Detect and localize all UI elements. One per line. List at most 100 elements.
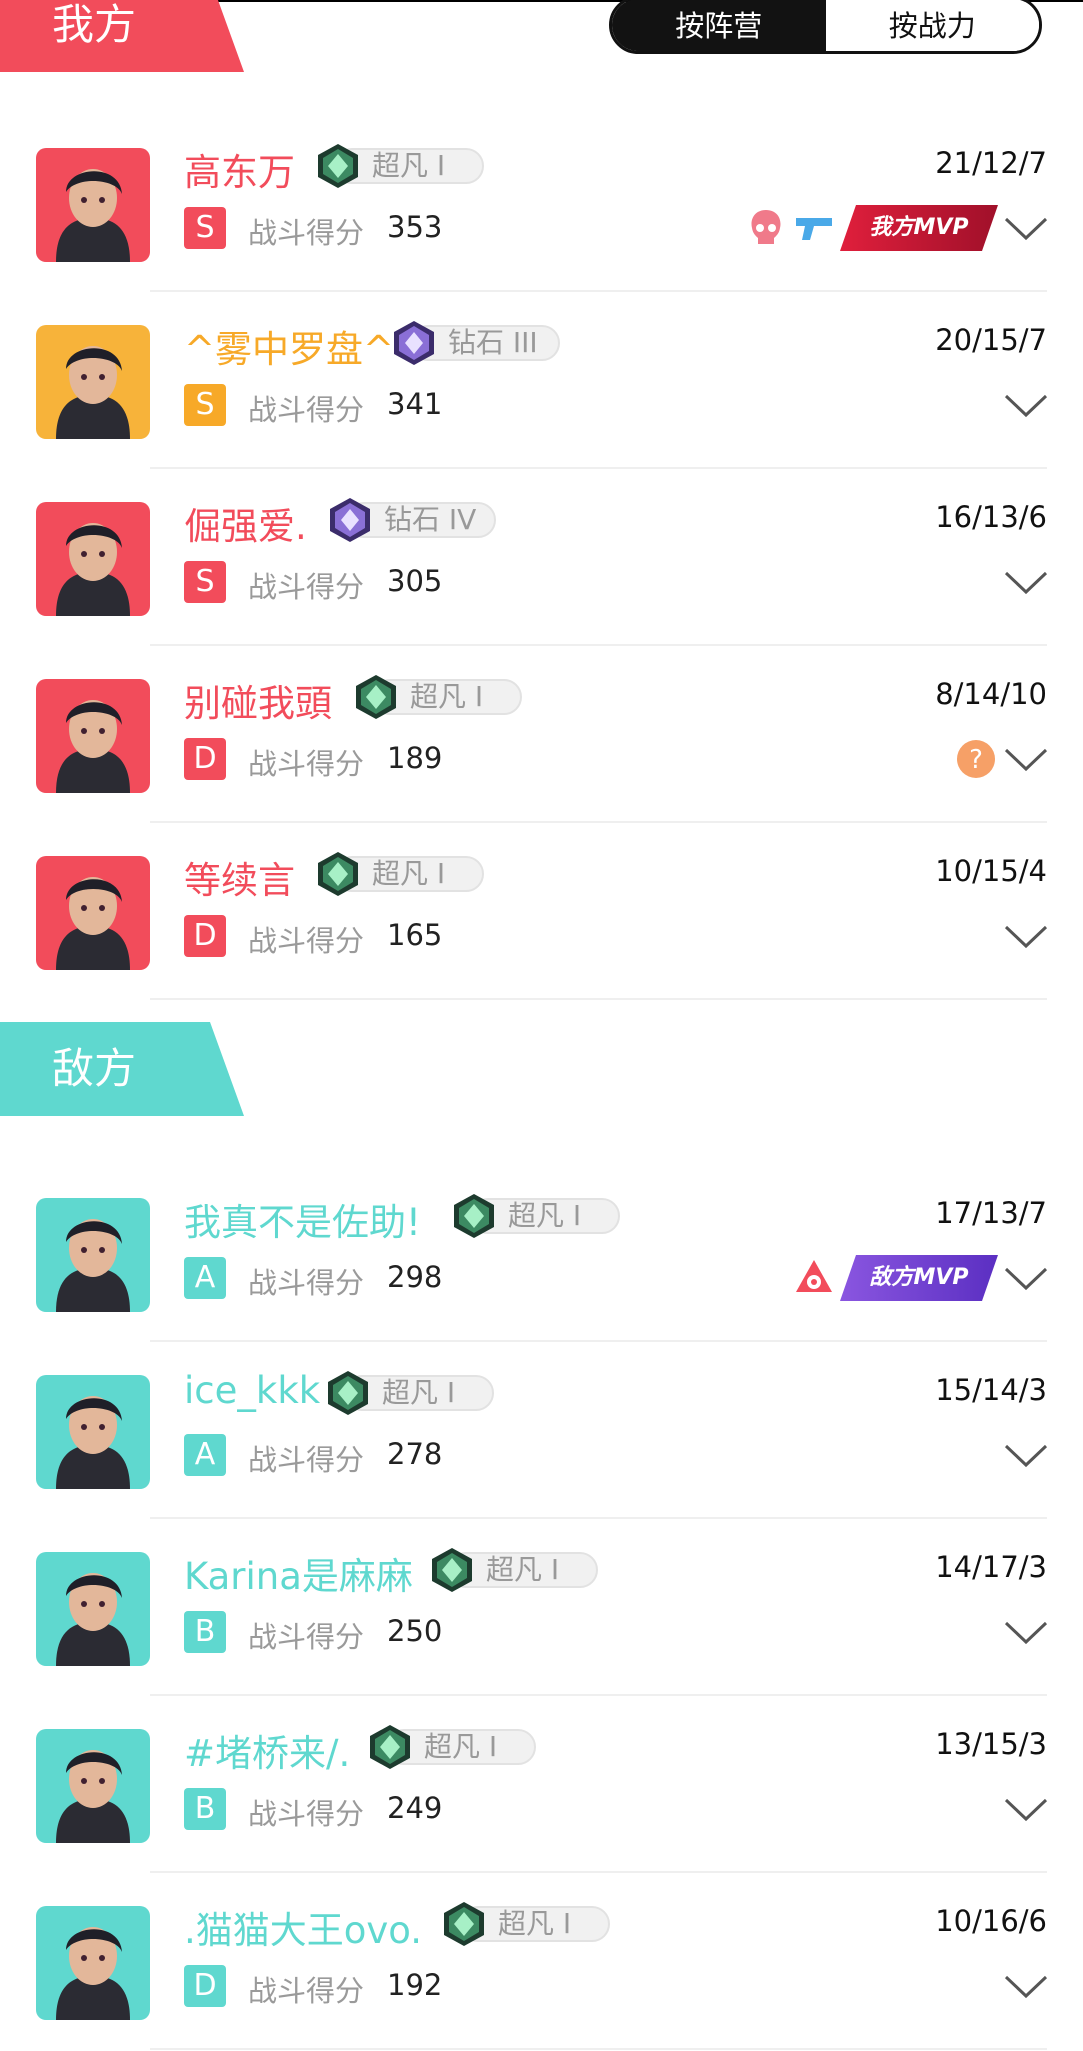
player-avatar[interactable]	[36, 325, 150, 439]
player-name: 倔强爱.	[184, 505, 307, 548]
score-label: 战斗得分	[248, 747, 365, 781]
rank-emblem-icon	[366, 1723, 414, 1771]
expand-chevron-icon[interactable]	[1004, 924, 1048, 950]
score-value: 298	[387, 1260, 443, 1294]
team-tab-enemy-label: 敌方	[52, 1044, 137, 1093]
expand-chevron-icon[interactable]	[1004, 1974, 1048, 2000]
score-value: 250	[387, 1614, 443, 1648]
expand-chevron-icon[interactable]	[1004, 1797, 1048, 1823]
player-avatar[interactable]	[36, 1375, 150, 1489]
rank-badge: 钻石 III	[390, 321, 565, 365]
player-name: .猫猫大王ovo.	[184, 1909, 423, 1952]
sort-by-power-button[interactable]: 按战力	[825, 0, 1039, 51]
expand-chevron-icon[interactable]	[1004, 1443, 1048, 1469]
sort-toggle[interactable]: 按阵营 按战力	[609, 0, 1042, 54]
score-label: 战斗得分	[248, 570, 365, 604]
question-badge-icon: ?	[954, 737, 998, 781]
grade-badge: B	[184, 1788, 226, 1830]
player-row[interactable]: Karina是麻麻 超凡 I 14/17/3 B 战斗得分 250	[0, 1520, 1083, 1697]
score-label: 战斗得分	[248, 1974, 365, 2008]
grade-badge: B	[184, 1611, 226, 1653]
kda-value: 16/13/6	[935, 500, 1047, 534]
row-divider	[150, 290, 1047, 292]
grade-badge: A	[184, 1434, 226, 1476]
score-label: 战斗得分	[248, 1797, 365, 1831]
player-row[interactable]: ice_kkk 超凡 I 15/14/3 A 战斗得分 278	[0, 1343, 1083, 1520]
player-avatar[interactable]	[36, 148, 150, 262]
score-value: 278	[387, 1437, 443, 1471]
player-row[interactable]: 等续言 超凡 I 10/15/4 D 战斗得分 165	[0, 824, 1083, 1001]
score-value: 189	[387, 741, 443, 775]
score-value: 192	[387, 1968, 443, 2002]
row-divider	[150, 1694, 1047, 1696]
expand-chevron-icon[interactable]	[1004, 1620, 1048, 1646]
row-divider	[150, 1871, 1047, 1873]
player-avatar[interactable]	[36, 1552, 150, 1666]
player-row[interactable]: 别碰我頭 超凡 I 8/14/10 D 战斗得分 189?	[0, 647, 1083, 824]
score-label: 战斗得分	[248, 1266, 365, 1300]
kda-value: 20/15/7	[935, 323, 1047, 357]
row-divider	[150, 1340, 1047, 1342]
kda-value: 10/15/4	[935, 854, 1047, 888]
rank-emblem-icon	[352, 673, 400, 721]
row-divider	[150, 1517, 1047, 1519]
player-row[interactable]: #堵桥来/. 超凡 I 13/15/3 B 战斗得分 249	[0, 1697, 1083, 1874]
player-avatar[interactable]	[36, 1198, 150, 1312]
rank-emblem-icon	[428, 1546, 476, 1594]
grade-badge: S	[184, 384, 226, 426]
expand-chevron-icon[interactable]	[1004, 1266, 1048, 1292]
mvp-badge: 我方MVP	[840, 205, 998, 251]
kda-value: 15/14/3	[935, 1373, 1047, 1407]
score-label: 战斗得分	[248, 393, 365, 427]
expand-chevron-icon[interactable]	[1004, 747, 1048, 773]
sort-by-camp-button[interactable]: 按阵营	[612, 0, 826, 51]
player-name: ice_kkk	[184, 1369, 321, 1412]
player-name: 别碰我頭	[184, 682, 332, 725]
target-badge-icon	[792, 1256, 836, 1300]
row-divider	[150, 2048, 1047, 2050]
row-divider	[150, 644, 1047, 646]
grade-badge: S	[184, 207, 226, 249]
team-tab-ours-label: 我方	[52, 0, 137, 49]
player-name: 高东万	[184, 151, 295, 194]
rank-badge: 超凡 I	[352, 675, 527, 719]
grade-badge: A	[184, 1257, 226, 1299]
player-row[interactable]: 高东万 超凡 I 21/12/7 S 战斗得分 353 我方MVP	[0, 116, 1083, 293]
grade-badge: D	[184, 738, 226, 780]
player-row[interactable]: .猫猫大王ovo. 超凡 I 10/16/6 D 战斗得分 192	[0, 1874, 1083, 2051]
grade-badge: D	[184, 1965, 226, 2007]
kda-value: 17/13/7	[935, 1196, 1047, 1230]
kda-value: 13/15/3	[935, 1727, 1047, 1761]
row-divider	[150, 821, 1047, 823]
svg-text:?: ?	[969, 745, 983, 775]
player-avatar[interactable]	[36, 856, 150, 970]
player-row[interactable]: 我真不是佐助! 超凡 I 17/13/7 A 战斗得分 298 敌方MVP	[0, 1166, 1083, 1343]
player-row[interactable]: ^雾中罗盘^ 钻石 III 20/15/7 S 战斗得分 341	[0, 293, 1083, 470]
team-tab-enemy: 敌方	[0, 1022, 244, 1116]
rank-badge: 超凡 I	[314, 852, 489, 896]
player-avatar[interactable]	[36, 1729, 150, 1843]
rank-badge: 超凡 I	[314, 144, 489, 188]
mvp-badge: 敌方MVP	[840, 1255, 998, 1301]
player-row[interactable]: 倔强爱. 钻石 IV 16/13/6 S 战斗得分 305	[0, 470, 1083, 647]
player-name: #堵桥来/.	[184, 1732, 351, 1775]
rank-emblem-icon	[314, 850, 362, 898]
kda-value: 10/16/6	[935, 1904, 1047, 1938]
expand-chevron-icon[interactable]	[1004, 570, 1048, 596]
expand-chevron-icon[interactable]	[1004, 216, 1048, 242]
player-name: ^雾中罗盘^	[184, 328, 395, 371]
grade-badge: D	[184, 915, 226, 957]
score-value: 249	[387, 1791, 443, 1825]
score-label: 战斗得分	[248, 924, 365, 958]
rank-badge: 超凡 I	[366, 1725, 541, 1769]
score-label: 战斗得分	[248, 1620, 365, 1654]
player-avatar[interactable]	[36, 679, 150, 793]
score-value: 165	[387, 918, 443, 952]
player-avatar[interactable]	[36, 1906, 150, 2020]
rank-badge: 钻石 IV	[326, 498, 501, 542]
player-avatar[interactable]	[36, 502, 150, 616]
kda-value: 8/14/10	[935, 677, 1047, 711]
expand-chevron-icon[interactable]	[1004, 393, 1048, 419]
rank-emblem-icon	[326, 496, 374, 544]
pistol-badge-icon	[792, 206, 836, 250]
